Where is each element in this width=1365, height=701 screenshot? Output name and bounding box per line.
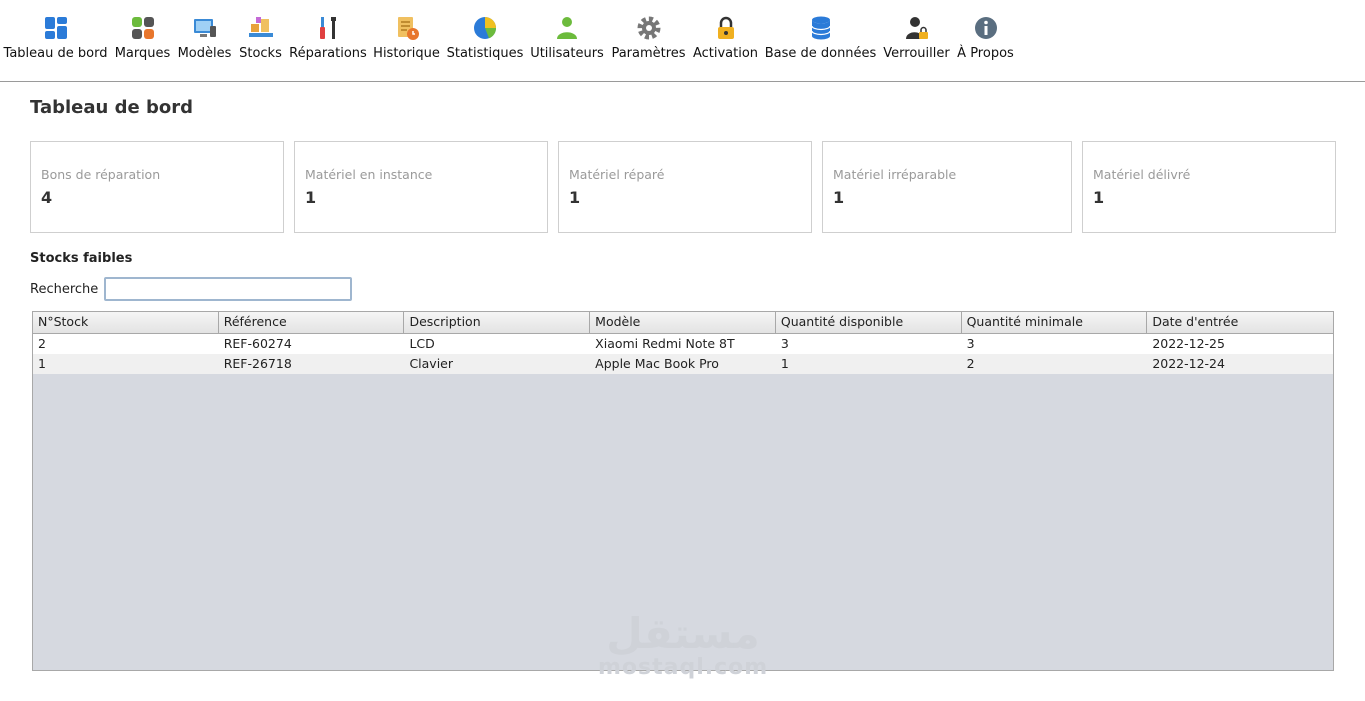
models-icon <box>193 19 216 37</box>
cell-model: Xiaomi Redmi Note 8T <box>595 336 735 351</box>
database-icon <box>810 16 831 40</box>
card-value: 1 <box>833 188 845 207</box>
column-header-entry-date[interactable]: Date d'entrée <box>1147 312 1333 333</box>
card-repair-orders: Bons de réparation 4 <box>30 141 284 233</box>
card-value: 1 <box>569 188 581 207</box>
table-header: N°Stock Référence Description Modèle Qua… <box>33 312 1333 334</box>
main-toolbar: Tableau de bord Marques Modèles Stocks R… <box>0 0 1365 82</box>
card-label: Matériel délivré <box>1093 167 1191 182</box>
table-row[interactable]: 1 REF-26718 Clavier Apple Mac Book Pro 1… <box>33 354 1333 374</box>
toolbar-label: Paramètres <box>611 46 686 61</box>
card-delivered-equipment: Matériel délivré 1 <box>1082 141 1336 233</box>
search-label: Recherche <box>30 282 99 297</box>
toolbar-repairs-button[interactable]: Réparations <box>289 14 367 66</box>
cell-available-quantity: 1 <box>780 356 789 371</box>
toolbar-settings-button[interactable]: Paramètres <box>611 14 686 66</box>
cell-model: Apple Mac Book Pro <box>595 356 719 371</box>
user-lock-icon <box>905 17 928 39</box>
cell-stock-number: 1 <box>38 356 46 371</box>
toolbar-label: Marques <box>114 46 171 61</box>
card-label: Bons de réparation <box>41 167 161 182</box>
card-value: 4 <box>41 188 53 207</box>
toolbar-brands-button[interactable]: Marques <box>115 14 170 66</box>
cell-entry-date: 2022-12-24 <box>1152 356 1225 371</box>
card-irreparable-equipment: Matériel irréparable 1 <box>822 141 1072 233</box>
toolbar-stocks-button[interactable]: Stocks <box>239 14 282 66</box>
pie-chart-icon <box>474 17 497 39</box>
toolbar-lock-button[interactable]: Verrouiller <box>883 14 950 66</box>
card-label: Matériel irréparable <box>833 167 957 182</box>
card-label: Matériel réparé <box>569 167 665 182</box>
history-icon <box>397 17 419 40</box>
toolbar-label: Statistiques <box>446 46 524 61</box>
toolbar-label: Utilisateurs <box>530 46 604 61</box>
watermark-arabic: مستقل <box>606 609 760 658</box>
card-pending-equipment: Matériel en instance 1 <box>294 141 548 233</box>
cell-reference: REF-60274 <box>223 336 292 351</box>
brands-icon <box>131 17 154 39</box>
search-input[interactable] <box>104 277 352 301</box>
toolbar-label: Verrouiller <box>883 46 950 61</box>
table-row[interactable]: 2 REF-60274 LCD Xiaomi Redmi Note 8T 3 3… <box>33 334 1333 354</box>
toolbar-history-button[interactable]: Historique <box>373 14 440 66</box>
user-icon <box>557 17 577 39</box>
toolbar-dashboard-button[interactable]: Tableau de bord <box>4 14 107 66</box>
toolbar-label: Tableau de bord <box>3 46 108 61</box>
column-header-model[interactable]: Modèle <box>590 312 776 333</box>
toolbar-models-button[interactable]: Modèles <box>178 14 231 66</box>
low-stock-title: Stocks faibles <box>30 251 133 266</box>
card-value: 1 <box>305 188 317 207</box>
toolbar-about-button[interactable]: À Propos <box>957 14 1014 66</box>
toolbar-users-button[interactable]: Utilisateurs <box>530 14 604 66</box>
toolbar-label: Stocks <box>239 46 282 61</box>
info-icon <box>974 17 997 39</box>
cell-minimum-quantity: 2 <box>966 356 975 371</box>
column-header-description[interactable]: Description <box>404 312 591 333</box>
gear-icon <box>637 16 660 40</box>
cell-description: Clavier <box>409 356 453 371</box>
card-label: Matériel en instance <box>305 167 433 182</box>
column-header-stock-number[interactable]: N°Stock <box>33 312 219 333</box>
column-header-minimum-quantity[interactable]: Quantité minimale <box>962 312 1148 333</box>
toolbar-label: À Propos <box>957 46 1014 61</box>
toolbar-label: Historique <box>373 46 440 61</box>
cell-stock-number: 2 <box>38 336 46 351</box>
column-header-available-quantity[interactable]: Quantité disponible <box>776 312 962 333</box>
stocks-icon <box>248 17 273 37</box>
toolbar-label: Modèles <box>177 46 232 61</box>
tools-icon <box>320 17 336 39</box>
toolbar-label: Activation <box>692 46 759 61</box>
lock-icon <box>717 16 734 39</box>
cell-minimum-quantity: 3 <box>966 336 975 351</box>
column-header-reference[interactable]: Référence <box>219 312 405 333</box>
cell-entry-date: 2022-12-25 <box>1152 336 1225 351</box>
toolbar-statistics-button[interactable]: Statistiques <box>447 14 523 66</box>
cell-reference: REF-26718 <box>223 356 292 371</box>
cell-description: LCD <box>409 336 435 351</box>
watermark: مستقل mostaql.com <box>598 612 768 692</box>
toolbar-database-button[interactable]: Base de données <box>765 14 876 66</box>
toolbar-activation-button[interactable]: Activation <box>692 14 759 66</box>
watermark-latin: mostaql.com <box>598 655 769 680</box>
cell-available-quantity: 3 <box>780 336 789 351</box>
toolbar-label: Réparations <box>289 46 367 61</box>
toolbar-label: Base de données <box>764 46 877 61</box>
card-repaired-equipment: Matériel réparé 1 <box>558 141 812 233</box>
card-value: 1 <box>1093 188 1105 207</box>
page-title: Tableau de bord <box>30 97 193 118</box>
dashboard-icon <box>44 17 67 39</box>
